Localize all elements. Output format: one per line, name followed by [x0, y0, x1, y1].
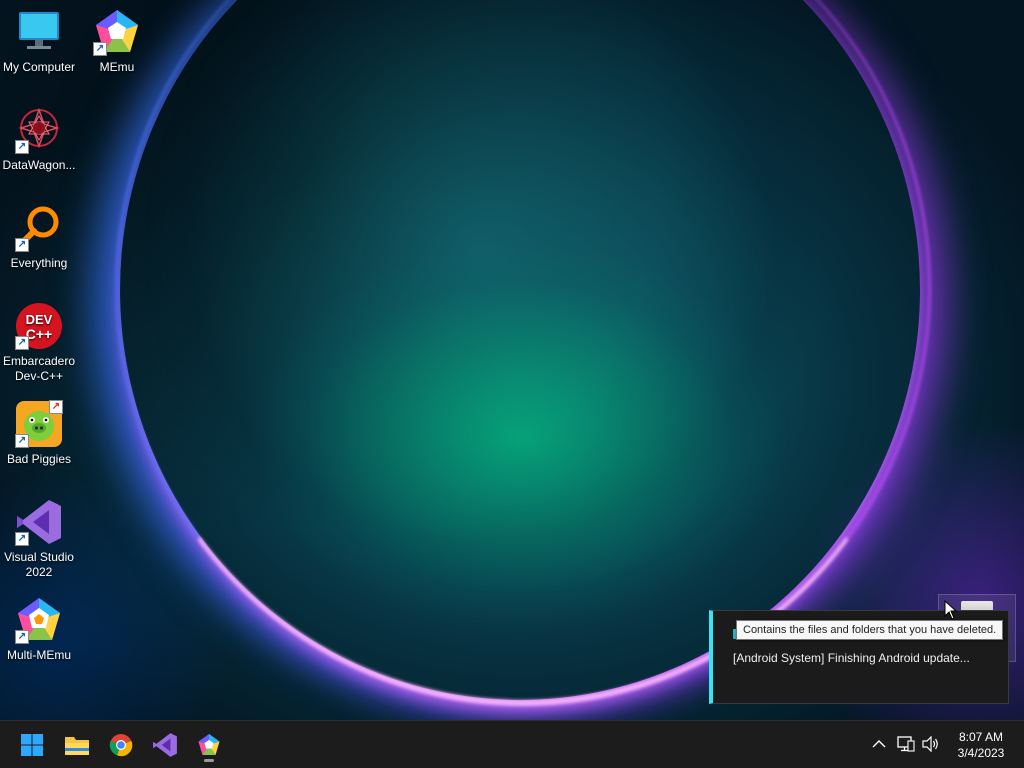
bad-piggies-icon: ↗ ↗ — [15, 400, 63, 448]
shortcut-arrow-icon: ↗ — [93, 42, 107, 56]
clock-time: 8:07 AM — [958, 730, 1004, 744]
desktop-icon-everything[interactable]: ↗ Everything — [0, 204, 78, 271]
taskbar: 8:07 AM 3/4/2023 — [0, 720, 1024, 768]
clock-date: 3/4/2023 — [957, 746, 1005, 760]
desktop-icon-multi-memu[interactable]: ↗ Multi-MEmu — [0, 596, 78, 663]
shortcut-arrow-icon: ↗ — [15, 434, 29, 448]
taskbar-file-explorer[interactable] — [59, 727, 95, 763]
shortcut-arrow-icon: ↗ — [15, 140, 29, 154]
desktop-icon-memu[interactable]: ↗ MEmu — [78, 8, 156, 75]
desktop-icon-label: Multi-MEmu — [6, 648, 71, 662]
datawagon-icon: ↗ — [15, 106, 63, 154]
shortcut-arrow-icon: ↗ — [15, 532, 29, 546]
taskbar-chrome[interactable] — [103, 727, 139, 763]
running-indicator — [204, 759, 214, 762]
desktop-icon-label: Bad Piggies — [6, 452, 72, 466]
shortcut-arrow-icon: ↗ — [15, 336, 29, 350]
network-button[interactable] — [895, 733, 917, 755]
shortcut-arrow-icon: ↗ — [15, 238, 29, 252]
visual-studio-icon — [153, 733, 177, 757]
desktop-icon-devcpp[interactable]: DEV C++ ↗ Embarcadero Dev-C++ — [0, 302, 78, 384]
multi-memu-icon: ↗ — [15, 596, 63, 644]
computer-icon — [15, 8, 63, 56]
shortcut-arrow-icon: ↗ — [49, 400, 63, 414]
everything-search-icon: ↗ — [15, 204, 63, 252]
volume-button[interactable] — [920, 733, 942, 755]
folder-icon — [65, 737, 89, 755]
visual-studio-icon: ↗ — [15, 498, 63, 546]
svg-text:C++: C++ — [26, 326, 52, 342]
devcpp-icon: DEV C++ ↗ — [15, 302, 63, 350]
desktop-icon-datawagon[interactable]: ↗ DataWagon... — [0, 106, 78, 173]
chevron-up-icon — [872, 740, 886, 748]
volume-icon — [922, 736, 938, 752]
notification-message: [Android System] Finishing Android updat… — [733, 651, 970, 665]
desktop-icon-label: Embarcadero Dev-C++ — [2, 354, 76, 383]
mouse-cursor-icon — [944, 600, 958, 620]
desktop-icon-visual-studio[interactable]: ↗ Visual Studio 2022 — [0, 498, 78, 580]
recycle-bin-tooltip: Contains the files and folders that you … — [736, 620, 1004, 640]
desktop-icon-my-computer[interactable]: My Computer — [0, 8, 78, 75]
desktop-icon-label: My Computer — [2, 60, 76, 74]
shortcut-arrow-icon: ↗ — [15, 630, 29, 644]
windows-start-icon — [21, 734, 43, 756]
memu-icon — [198, 734, 220, 755]
taskbar-memu[interactable] — [191, 727, 227, 763]
taskbar-clock[interactable]: 8:07 AM 3/4/2023 — [946, 729, 1016, 761]
start-button[interactable] — [14, 727, 50, 763]
desktop-icon-bad-piggies[interactable]: ↗ ↗ Bad Piggies — [0, 400, 78, 467]
desktop-icon-label: MEmu — [99, 60, 135, 74]
show-hidden-icons-button[interactable] — [868, 733, 890, 755]
desktop-icon-label: DataWagon... — [2, 158, 76, 172]
taskbar-visual-studio[interactable] — [147, 727, 183, 763]
desktop-icon-label: Visual Studio 2022 — [4, 550, 74, 579]
desktop-icon-label: Everything — [10, 256, 68, 270]
network-icon — [897, 736, 915, 752]
memu-icon: ↗ — [93, 8, 141, 56]
svg-text:DEV: DEV — [26, 312, 53, 327]
chrome-icon — [109, 734, 133, 757]
